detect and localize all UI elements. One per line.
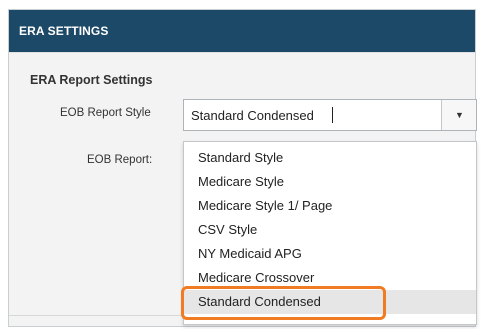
eob-report-style-value: Standard Condensed — [191, 108, 314, 123]
dropdown-toggle-button[interactable]: ▼ — [441, 100, 476, 130]
selection-highlight — [181, 286, 386, 320]
text-cursor — [332, 107, 333, 123]
option-label: Medicare Style 1/ Page — [198, 198, 333, 213]
dropdown-option[interactable]: CSV Style — [184, 218, 476, 242]
panel-title: ERA SETTINGS — [19, 24, 109, 38]
option-label: CSV Style — [198, 222, 258, 237]
dropdown-option[interactable]: Medicare Style 1/ Page — [184, 194, 476, 218]
eob-report-label: EOB Report: — [87, 154, 153, 166]
section-title: ERA Report Settings — [30, 73, 153, 87]
option-label: Medicare Style — [198, 174, 284, 189]
option-label: Medicare Crossover — [198, 270, 315, 285]
dropdown-option[interactable]: NY Medicaid APG — [184, 242, 476, 266]
option-label: Standard Style — [198, 150, 284, 165]
chevron-down-icon: ▼ — [455, 110, 464, 120]
eob-report-style-select[interactable]: Standard Condensed ▼ — [183, 99, 477, 131]
panel-header: ERA SETTINGS — [9, 10, 475, 52]
eob-report-style-label: EOB Report Style — [60, 107, 151, 119]
dropdown-option[interactable]: Standard Style — [184, 146, 476, 170]
option-label: NY Medicaid APG — [198, 246, 302, 261]
dropdown-option[interactable]: Medicare Style — [184, 170, 476, 194]
